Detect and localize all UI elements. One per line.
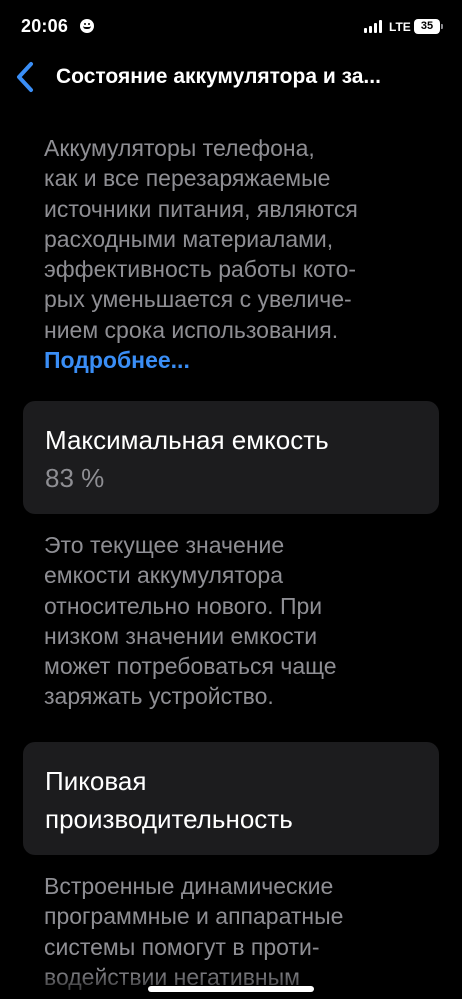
- intro-line: рых уменьшается с увеличе-: [44, 286, 352, 313]
- navigation-bar: Состояние аккумулятора и за...: [0, 56, 462, 102]
- intro-line: нием срока использования.: [44, 316, 339, 343]
- description-line: может потребоваться чаще: [44, 653, 337, 680]
- bottom-fade: [0, 968, 462, 999]
- home-indicator[interactable]: [148, 986, 314, 992]
- max-capacity-value: 83 %: [45, 463, 105, 493]
- max-capacity-card: Максимальная емкость 83 %: [23, 401, 439, 514]
- peak-performance-title-line: производительность: [45, 804, 293, 834]
- description-line: заряжать устройство.: [44, 683, 274, 710]
- status-bar: 20:06 LTE 35: [0, 0, 462, 56]
- description-line: емкости аккумулятора: [44, 562, 283, 589]
- intro-line: Аккумуляторы телефона,: [44, 135, 315, 161]
- learn-more-link[interactable]: Подробнее...: [44, 345, 424, 375]
- status-time: 20:06: [21, 16, 69, 36]
- description-line: программные и аппаратные: [44, 903, 344, 930]
- page-title: Состояние аккумулятора и за...: [56, 65, 381, 88]
- peak-performance-title-line: Пиковая: [45, 766, 147, 796]
- focus-smiley-icon: [80, 19, 94, 33]
- max-capacity-title: Максимальная емкость: [45, 425, 329, 455]
- intro-line: эффективность работы кото-: [44, 256, 357, 283]
- cellular-signal-icon: [364, 20, 384, 33]
- max-capacity-description: Это текущее значение емкости аккумулятор…: [44, 530, 424, 712]
- intro-line: расходными материалами,: [44, 225, 334, 252]
- chevron-left-icon[interactable]: [12, 60, 40, 94]
- battery-icon: 35: [414, 19, 443, 34]
- network-type-label: LTE: [389, 20, 411, 34]
- description-line: Встроенные динамические: [44, 873, 334, 899]
- description-line: системы помогут в проти-: [44, 933, 320, 960]
- battery-intro-text: Аккумуляторы телефона, как и все перезар…: [44, 133, 424, 375]
- intro-line: как и все перезаряжаемые: [44, 165, 331, 192]
- description-line: относительно нового. При: [44, 592, 323, 619]
- description-line: низком значении емкости: [44, 622, 318, 649]
- peak-performance-card: Пиковая производительность: [23, 742, 439, 855]
- description-line: Это текущее значение: [44, 532, 285, 558]
- intro-line: источники питания, являются: [44, 195, 358, 222]
